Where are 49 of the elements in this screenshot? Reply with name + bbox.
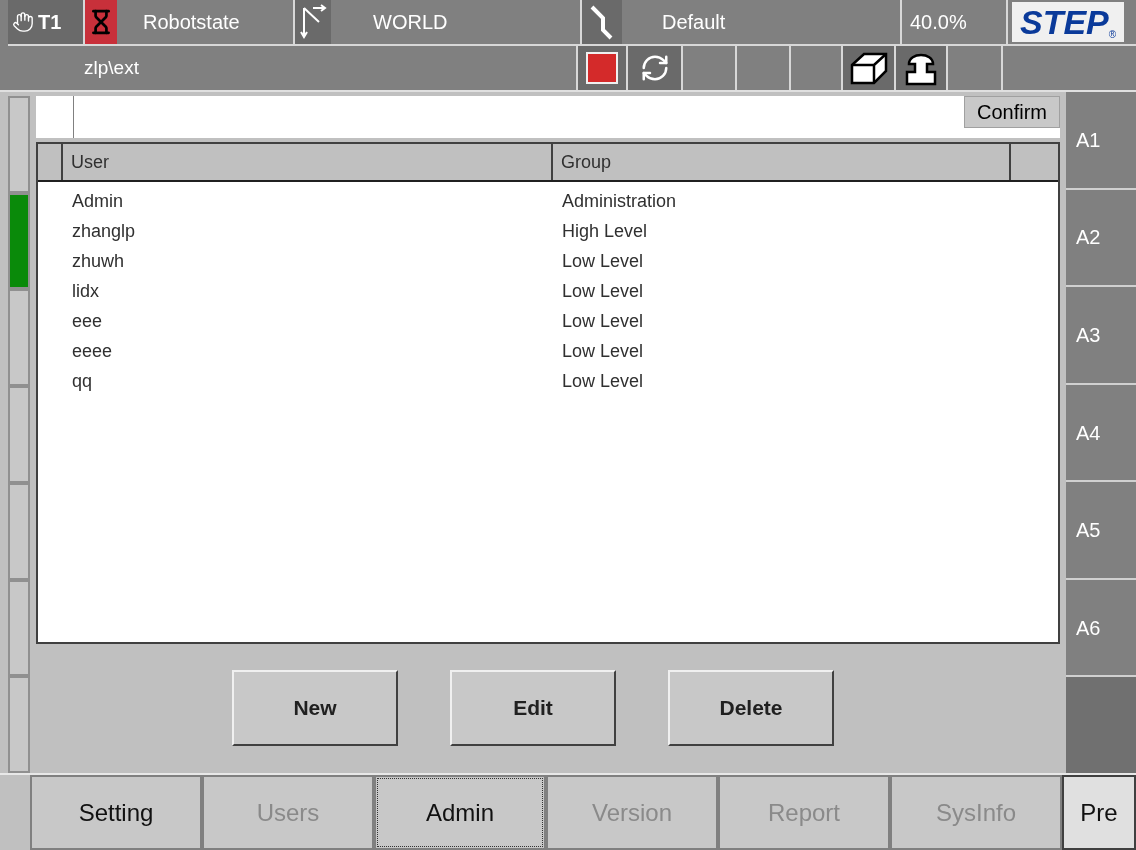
- hand-icon: [12, 11, 34, 33]
- side-key[interactable]: [8, 676, 30, 774]
- side-key[interactable]: [8, 579, 30, 677]
- logo: STEP®: [1012, 2, 1125, 42]
- robot-state: Robotstate: [143, 10, 240, 35]
- table-cell-text: zhuwh: [72, 249, 126, 273]
- tab[interactable]: Setting: [30, 775, 202, 850]
- table-cell-text: Low Level: [562, 249, 644, 273]
- coordinate-label: WORLD: [373, 10, 448, 35]
- side-key[interactable]: [8, 192, 30, 290]
- program-path: zlp\ext: [84, 55, 139, 80]
- action-button[interactable]: Delete: [668, 670, 834, 746]
- confirm-button[interactable]: Confirm: [964, 96, 1060, 128]
- previous-button[interactable]: Pre: [1062, 775, 1136, 850]
- axis-key[interactable]: A4: [1066, 384, 1136, 483]
- mode-label: T1: [38, 10, 62, 35]
- action-button[interactable]: Edit: [450, 670, 616, 746]
- table-cell-text: Low Level: [562, 279, 644, 303]
- column-header[interactable]: User: [63, 144, 553, 180]
- stop-icon: [586, 52, 618, 84]
- blank-key[interactable]: [1066, 677, 1136, 774]
- hourglass-icon: [85, 0, 117, 44]
- table-cell-text: Low Level: [562, 309, 644, 333]
- axes-icon: [299, 4, 327, 40]
- side-key[interactable]: [8, 386, 30, 483]
- axis-key[interactable]: A3: [1066, 287, 1136, 385]
- table-cell-text: Admin: [72, 189, 125, 213]
- table-cell-text: Administration: [562, 189, 677, 213]
- column-header[interactable]: Group: [553, 144, 1011, 180]
- action-button[interactable]: New: [232, 670, 398, 746]
- axis-key[interactable]: A5: [1066, 482, 1136, 580]
- side-key[interactable]: [8, 289, 30, 387]
- tab[interactable]: Admin: [374, 775, 546, 850]
- table-cell-text: High Level: [562, 219, 648, 243]
- tool-icon: [589, 4, 615, 40]
- table-cell-text: Low Level: [562, 339, 644, 363]
- table-cell-text: eeee: [72, 339, 114, 363]
- speed-label: 40.0%: [910, 10, 967, 35]
- side-key[interactable]: [8, 96, 30, 193]
- axis-key[interactable]: A2: [1066, 189, 1136, 288]
- table-cell-text: eee: [72, 309, 104, 333]
- tool-label: Default: [662, 10, 726, 35]
- table-cell-text: qq: [72, 369, 94, 393]
- table-cell-text: Low Level: [562, 369, 644, 393]
- side-key[interactable]: [8, 482, 30, 580]
- table-cell-text: zhanglp: [72, 219, 137, 243]
- axis-key[interactable]: A1: [1066, 92, 1136, 190]
- cube-icon: [849, 51, 888, 85]
- table-cell-text: lidx: [72, 279, 100, 303]
